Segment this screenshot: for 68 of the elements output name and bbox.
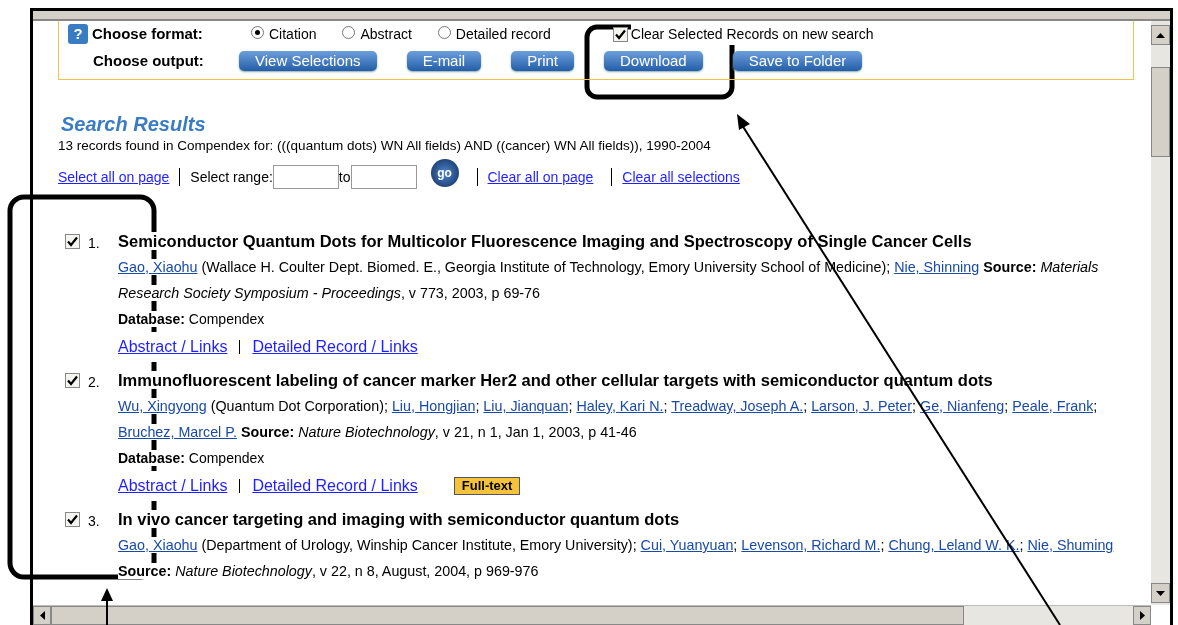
radio-button[interactable] — [251, 25, 264, 39]
range-label: Select range: — [190, 167, 273, 187]
checkmark-icon — [67, 236, 78, 247]
clear-page-link[interactable]: Clear all on page — [487, 166, 594, 188]
go-button[interactable]: go — [430, 159, 459, 187]
output-button[interactable]: Save to Folder — [732, 51, 863, 71]
output-button[interactable]: View Selections — [239, 51, 377, 71]
radio-button[interactable] — [342, 25, 356, 39]
left-arrow-icon — [39, 611, 45, 620]
output-button[interactable]: E-mail — [406, 51, 482, 71]
format-option[interactable]: Citation — [269, 23, 317, 45]
down-arrow-icon — [1156, 590, 1165, 596]
output-label: Choose output: — [93, 52, 204, 69]
format-label: Choose format: — [92, 23, 203, 44]
scroll-right-button[interactable] — [1133, 606, 1151, 625]
range-start-field[interactable] — [272, 165, 339, 189]
record-database: Database: Compendex — [118, 450, 265, 466]
scroll-left-button[interactable] — [33, 606, 51, 625]
author-link[interactable]: Levenson, Richard M. — [741, 537, 881, 553]
record-title: In vivo cancer targeting and imaging with semiconductor quantum dots — [118, 510, 680, 528]
vertical-scrollbar[interactable] — [1151, 21, 1170, 605]
author-link[interactable]: Bruchez, Marcel P. — [118, 424, 237, 440]
author-link[interactable]: Gao, Xiaohu — [118, 537, 198, 553]
range-end-field[interactable] — [350, 165, 417, 189]
scroll-up-button[interactable] — [1151, 25, 1170, 45]
author-link[interactable]: Haley, Kari N. — [576, 398, 664, 414]
output-button[interactable]: Download — [604, 51, 703, 71]
author-link[interactable]: Liu, Jianquan — [483, 398, 569, 414]
page-heading: Search Results — [61, 112, 207, 136]
full-text-badge[interactable]: Full-text — [453, 477, 521, 495]
results-summary: 13 records found in Compendex for: (((quantum dots) WN All fields) AND ((cancer) WN All fields)), 1990-2004 — [58, 137, 712, 155]
checkmark-icon — [67, 514, 78, 525]
horizontal-scrollbar[interactable] — [33, 605, 1151, 625]
radio-button[interactable] — [437, 25, 451, 39]
author-link[interactable]: Wu, Xingyong — [118, 398, 207, 414]
author-link[interactable]: Nie, Shinning — [894, 259, 980, 275]
record-title: Semiconductor Quantum Dots for Multicolor Fluorescence Imaging and Spectroscopy of Single Cancer Cells — [118, 232, 972, 250]
detailed-record-link[interactable]: Detailed Record / Links — [252, 471, 418, 501]
help-icon[interactable]: ? — [68, 24, 88, 44]
author-link[interactable]: Gao, Xiaohu — [118, 259, 198, 275]
record-number: 3. — [88, 512, 100, 530]
author-link[interactable]: Nie, Shuming — [1027, 537, 1114, 553]
clear-all-link[interactable]: Clear all selections — [622, 166, 740, 188]
scroll-thumb[interactable] — [51, 606, 964, 625]
author-link[interactable]: Liu, Hongjian — [391, 398, 476, 414]
author-link[interactable]: Treadway, Joseph A. — [671, 398, 804, 414]
clear-selected-label[interactable]: Clear Selected Records on new search — [630, 23, 874, 45]
checkmark-icon — [67, 375, 78, 386]
abstract-link[interactable]: Abstract / Links — [118, 332, 228, 362]
checkbox[interactable] — [65, 234, 80, 249]
detailed-record-link[interactable]: Detailed Record / Links — [252, 332, 418, 362]
scroll-thumb[interactable] — [1151, 67, 1170, 157]
right-arrow-icon — [1139, 611, 1145, 620]
pointer-arrow — [101, 588, 113, 625]
checkmark-icon — [614, 28, 626, 40]
output-button[interactable]: Print — [511, 51, 574, 71]
select-all-link[interactable]: Select all on page — [58, 166, 170, 188]
format-option[interactable]: Abstract — [360, 23, 412, 45]
range-to-label: to — [338, 167, 351, 187]
scroll-down-button[interactable] — [1151, 583, 1170, 603]
record-number: 2. — [88, 373, 100, 391]
abstract-link[interactable]: Abstract / Links — [118, 471, 228, 501]
record-database: Database: Compendex — [118, 311, 265, 327]
checkbox[interactable] — [65, 512, 80, 527]
record-number: 1. — [88, 234, 100, 252]
format-option[interactable]: Detailed record — [455, 23, 551, 45]
checkbox[interactable] — [65, 373, 80, 388]
up-arrow-icon — [1156, 32, 1165, 38]
